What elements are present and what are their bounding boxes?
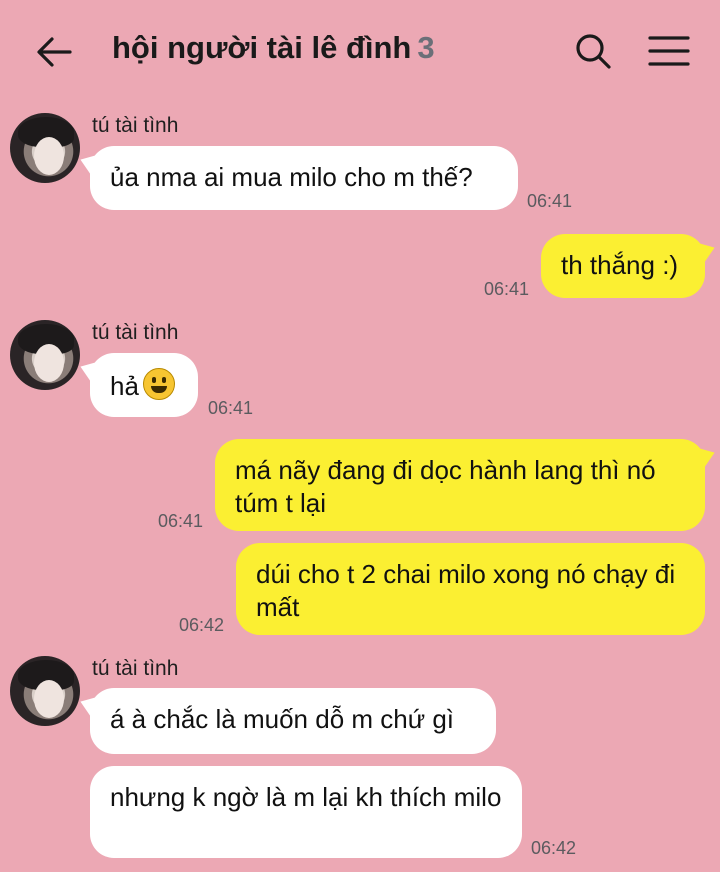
message-bubble-incoming[interactable]: ủa nma ai mua milo cho m thế? (90, 146, 518, 210)
message-text: má nãy đang đi dọc hành lang thì nó túm … (235, 455, 656, 518)
message-time: 06:41 (484, 279, 530, 299)
message-text: hả (110, 371, 139, 401)
avatar[interactable] (10, 656, 80, 726)
message-time: 06:41 (527, 191, 573, 211)
message-time: 06:41 (158, 511, 204, 531)
avatar[interactable] (10, 320, 80, 390)
message-time: 06:42 (531, 838, 577, 858)
message-text: th thắng :) (561, 250, 679, 280)
grinning-face-icon (142, 368, 175, 400)
chat-header: hội người tài lê đình 3 (0, 0, 720, 100)
back-arrow-icon[interactable] (34, 32, 74, 72)
menu-icon[interactable] (648, 34, 690, 68)
message-bubble-incoming[interactable]: nhưng k ngờ là m lại kh thích milo (90, 766, 522, 858)
member-count: 3 (417, 30, 435, 65)
message-text: dúi cho t 2 chai milo xong nó chạy đi mấ… (256, 559, 676, 622)
sender-name: tú tài tình (92, 321, 179, 344)
chat-title: hội người tài lê đình 3 (112, 30, 435, 66)
message-bubble-incoming[interactable]: á à chắc là muốn dỗ m chứ gì (90, 688, 496, 754)
avatar[interactable] (10, 113, 80, 183)
message-bubble-incoming[interactable]: hả (90, 353, 198, 417)
message-bubble-outgoing[interactable]: dúi cho t 2 chai milo xong nó chạy đi mấ… (236, 543, 705, 635)
message-bubble-outgoing[interactable]: má nãy đang đi dọc hành lang thì nó túm … (215, 439, 705, 531)
message-text: nhưng k ngờ là m lại kh thích milo (110, 782, 502, 812)
message-bubble-outgoing[interactable]: th thắng :) (541, 234, 705, 298)
message-time: 06:41 (208, 398, 254, 418)
sender-name: tú tài tình (92, 657, 179, 680)
sender-name: tú tài tình (92, 114, 179, 137)
group-name: hội người tài lê đình (112, 30, 412, 65)
search-icon[interactable] (574, 32, 612, 70)
message-time: 06:42 (179, 615, 225, 635)
message-text: ủa nma ai mua milo cho m thế? (110, 162, 473, 192)
message-text: á à chắc là muốn dỗ m chứ gì (110, 704, 455, 734)
